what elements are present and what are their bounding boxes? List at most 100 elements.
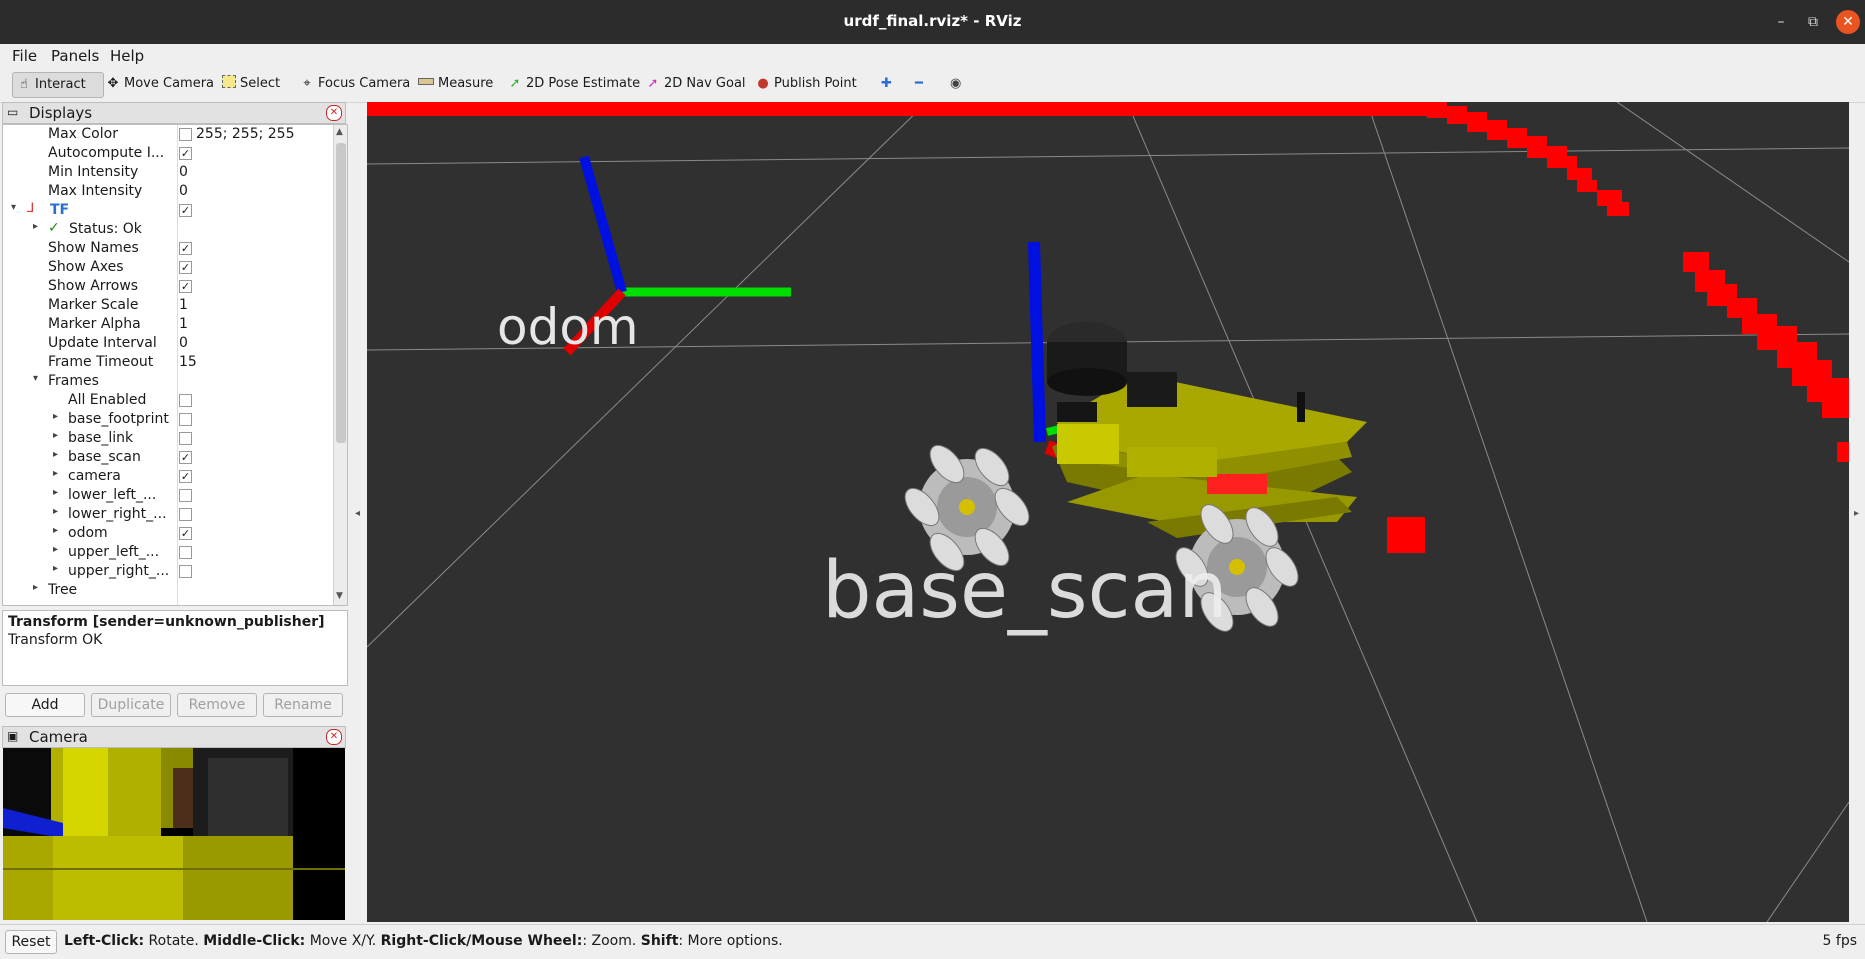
checkbox[interactable] — [179, 432, 192, 445]
tool-select[interactable]: Select — [218, 72, 280, 96]
green-arrow-icon: ➚ — [509, 76, 521, 91]
rename-button[interactable]: Rename — [263, 693, 343, 717]
render-scene[interactable]: odom base_scan — [367, 102, 1849, 922]
checkbox[interactable]: ✓ — [179, 527, 192, 540]
frame-row[interactable]: All Enabled — [3, 391, 333, 410]
expand-arrow-icon[interactable]: ▸ — [33, 582, 38, 593]
frame-row[interactable]: ▸ upper_left_... — [3, 543, 333, 562]
tool-2d-pose-estimate[interactable]: ➚ 2D Pose Estimate — [504, 72, 641, 96]
status-row[interactable]: ▸ ✓ Status: Ok — [3, 220, 333, 239]
select-box-icon — [222, 75, 236, 88]
frame-row[interactable]: ▸ lower_left_... — [3, 486, 333, 505]
mouse-hint: Left-Click: Rotate. Middle-Click: Move X… — [64, 933, 783, 949]
property-row[interactable]: Show Names ✓ — [3, 239, 333, 258]
left-splitter-handle[interactable]: ◂ — [355, 508, 360, 519]
menu-help[interactable]: Help — [110, 47, 144, 65]
checkmark-icon: ✓ — [48, 220, 60, 236]
collapse-arrow-icon[interactable]: ▾ — [11, 202, 16, 213]
expand-arrow-icon[interactable]: ▸ — [33, 221, 38, 232]
frame-row[interactable]: ▸ base_link — [3, 429, 333, 448]
checkbox[interactable] — [179, 546, 192, 559]
frame-row[interactable]: ▸ base_footprint — [3, 410, 333, 429]
checkbox[interactable]: ✓ — [179, 147, 192, 160]
frame-row[interactable]: ▸ upper_right_... — [3, 562, 333, 581]
expand-arrow-icon[interactable]: ▸ — [53, 468, 58, 479]
reset-button[interactable]: Reset — [5, 930, 57, 954]
tool-move-camera[interactable]: ✥ Move Camera — [102, 72, 214, 96]
tree-group[interactable]: ▸ Tree — [3, 581, 333, 600]
menu-file[interactable]: File — [12, 47, 37, 65]
eye-view-icon[interactable]: ◉ — [946, 72, 961, 96]
checkbox[interactable]: ✓ — [179, 280, 192, 293]
expand-arrow-icon[interactable]: ▸ — [53, 487, 58, 498]
remove-button[interactable]: Remove — [177, 693, 257, 717]
restore-button[interactable]: ⧉ — [1801, 10, 1825, 34]
frames-group[interactable]: ▾ Frames — [3, 372, 333, 391]
camera-panel-header: ▣ Camera ✕ — [2, 726, 346, 748]
collapse-arrow-icon[interactable]: ▾ — [33, 373, 38, 384]
move-icon: ✥ — [107, 76, 119, 91]
expand-arrow-icon[interactable]: ▸ — [53, 544, 58, 555]
checkbox[interactable]: ✓ — [179, 261, 192, 274]
crosshair-icon: ⌖ — [303, 76, 311, 91]
minimize-button[interactable]: – — [1769, 10, 1793, 34]
frame-row[interactable]: ▸ lower_right_... — [3, 505, 333, 524]
camera-title: Camera — [29, 728, 88, 746]
checkbox[interactable] — [179, 565, 192, 578]
toolbar: ☝ Interact ✥ Move Camera Select ⌖ Focus Cam… — [0, 66, 1865, 103]
close-button[interactable]: ✕ — [1836, 10, 1860, 34]
remove-tool-icon[interactable]: ━ — [911, 72, 923, 96]
property-description: Transform [sender=unknown_publisher] Tra… — [2, 610, 348, 686]
color-swatch — [179, 128, 192, 141]
checkbox[interactable]: ✓ — [179, 451, 192, 464]
expand-arrow-icon[interactable]: ▸ — [53, 411, 58, 422]
add-tool-icon[interactable]: ✚ — [877, 72, 892, 96]
property-row[interactable]: Autocompute I... ✓ — [3, 144, 333, 163]
status-message: Transform OK — [8, 632, 103, 648]
expand-arrow-icon[interactable]: ▸ — [53, 430, 58, 441]
checkbox[interactable] — [179, 413, 192, 426]
expand-arrow-icon[interactable]: ▸ — [53, 506, 58, 517]
property-row[interactable]: Marker Alpha 1 — [3, 315, 333, 334]
expand-arrow-icon[interactable]: ▸ — [53, 525, 58, 536]
property-row[interactable]: Max Color 255; 255; 255 — [3, 125, 333, 144]
scroll-up-icon[interactable]: ▲ — [336, 127, 343, 137]
scroll-down-icon[interactable]: ▼ — [336, 591, 343, 601]
property-row[interactable]: Frame Timeout 15 — [3, 353, 333, 372]
frame-row[interactable]: ▸ camera ✓ — [3, 467, 333, 486]
tool-2d-nav-goal[interactable]: ➚ 2D Nav Goal — [642, 72, 746, 96]
property-row[interactable]: Min Intensity 0 — [3, 163, 333, 182]
checkbox[interactable] — [179, 489, 192, 502]
property-row[interactable]: Max Intensity 0 — [3, 182, 333, 201]
frame-row[interactable]: ▸ odom ✓ — [3, 524, 333, 543]
checkbox[interactable] — [179, 508, 192, 521]
checkbox[interactable]: ✓ — [179, 242, 192, 255]
fps-counter: 5 fps — [1822, 933, 1857, 949]
window-title: urdf_final.rviz* - RViz — [843, 12, 1022, 30]
close-panel-icon[interactable]: ✕ — [326, 105, 342, 121]
3d-viewport[interactable]: odom base_scan — [367, 102, 1849, 922]
menu-panels[interactable]: Panels — [51, 47, 99, 65]
property-row[interactable]: Marker Scale 1 — [3, 296, 333, 315]
property-row[interactable]: Update Interval 0 — [3, 334, 333, 353]
expand-arrow-icon[interactable]: ▸ — [53, 563, 58, 574]
scroll-thumb[interactable] — [336, 143, 346, 443]
displays-scrollbar[interactable]: ▲ ▼ — [333, 125, 347, 605]
checkbox[interactable] — [179, 394, 192, 407]
add-button[interactable]: Add — [5, 693, 85, 717]
tool-publish-point[interactable]: ● Publish Point — [752, 72, 856, 96]
checkbox[interactable]: ✓ — [179, 470, 192, 483]
property-row[interactable]: Show Arrows ✓ — [3, 277, 333, 296]
display-tf[interactable]: ▾ ⅃ TF ✓ — [3, 201, 333, 220]
close-panel-icon[interactable]: ✕ — [326, 729, 342, 745]
tool-interact[interactable]: ☝ Interact — [12, 72, 104, 98]
right-splitter-handle[interactable]: ▸ — [1854, 508, 1859, 519]
duplicate-button[interactable]: Duplicate — [91, 693, 171, 717]
tool-focus-camera[interactable]: ⌖ Focus Camera — [296, 72, 410, 96]
expand-arrow-icon[interactable]: ▸ — [53, 449, 58, 460]
tool-measure[interactable]: Measure — [414, 72, 493, 96]
checkbox[interactable]: ✓ — [179, 204, 192, 217]
frame-row[interactable]: ▸ base_scan ✓ — [3, 448, 333, 467]
hand-pointer-icon: ☝ — [20, 77, 28, 92]
property-row[interactable]: Show Axes ✓ — [3, 258, 333, 277]
